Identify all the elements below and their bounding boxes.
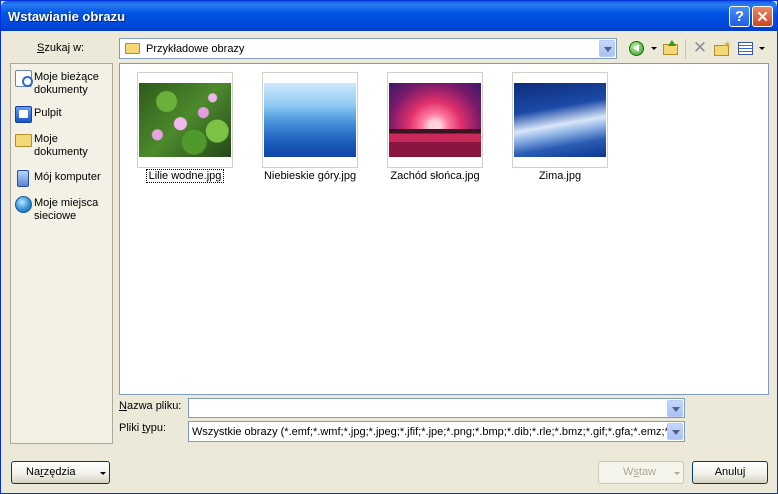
image-preview [139, 83, 231, 157]
network-places-icon [15, 196, 32, 213]
delete-icon: ✕ [692, 38, 708, 57]
file-name[interactable]: Niebieskie góry.jpg [255, 170, 365, 182]
chevron-down-icon [674, 472, 680, 475]
place-my-documents[interactable]: Moje dokumenty [14, 130, 112, 166]
place-network[interactable]: Moje miejsca sieciowe [14, 194, 112, 230]
look-in-label: Szukaj w: [37, 42, 85, 54]
window-title: Wstawianie obrazu [8, 9, 126, 24]
look-in-value: Przykładowe obrazy [146, 43, 245, 55]
views-button[interactable] [737, 40, 755, 58]
toolbar-divider [685, 39, 686, 59]
place-label: Moje bieżące dokumenty [34, 71, 99, 96]
help-button[interactable]: ? [729, 6, 750, 27]
title-bar[interactable]: Wstawianie obrazu ? ✕ [1, 1, 777, 31]
desktop-icon [15, 106, 32, 123]
close-button[interactable]: ✕ [752, 6, 773, 27]
place-recent-documents[interactable]: Moje bieżące dokumenty [14, 68, 112, 104]
file-type-label: Pliki typu: [119, 422, 167, 434]
file-thumbnail[interactable] [137, 72, 233, 168]
look-in-dropdown[interactable]: Przykładowe obrazy [119, 38, 617, 59]
views-dropdown-icon[interactable] [759, 47, 765, 50]
folder-icon [125, 43, 140, 54]
delete-button[interactable]: ✕ [691, 38, 709, 58]
views-icon [738, 42, 753, 55]
file-name[interactable]: Zima.jpg [505, 170, 615, 182]
file-name-input[interactable] [188, 398, 685, 418]
chevron-down-icon[interactable] [599, 40, 615, 57]
place-label: Mój komputer [34, 171, 101, 183]
image-preview [389, 83, 481, 157]
recent-documents-icon [15, 70, 33, 87]
back-button[interactable] [628, 40, 646, 58]
image-preview [264, 83, 356, 157]
my-computer-icon [17, 170, 29, 187]
insert-button[interactable]: Wstaw [598, 461, 684, 484]
insert-picture-dialog: Wstawianie obrazu ? ✕ Szukaj w: Przykład… [0, 0, 778, 494]
image-preview [514, 83, 606, 157]
place-label: Pulpit [34, 107, 62, 119]
place-label: Moje miejsca sieciowe [34, 197, 99, 222]
file-name[interactable]: Zachód słońca.jpg [380, 170, 490, 182]
file-thumbnail[interactable] [387, 72, 483, 168]
new-folder-button[interactable]: ✶ [713, 40, 731, 58]
place-label: Moje dokumenty [34, 133, 88, 158]
file-list[interactable]: Lilie wodne.jpg Niebieskie góry.jpg Zach… [119, 63, 769, 395]
file-name-label: Nazwa pliku: [119, 400, 182, 412]
tools-button[interactable]: Narzędzia [11, 461, 110, 484]
up-one-level-button[interactable] [662, 40, 680, 58]
chevron-down-icon[interactable] [667, 400, 683, 417]
file-thumbnail[interactable] [512, 72, 608, 168]
back-dropdown-icon[interactable] [651, 47, 657, 50]
chevron-down-icon[interactable] [667, 423, 683, 440]
places-bar: Moje bieżące dokumenty Pulpit Moje dokum… [10, 63, 113, 444]
cancel-button[interactable]: Anuluj [692, 461, 768, 484]
file-thumbnail[interactable] [262, 72, 358, 168]
file-type-value: Wszystkie obrazy (*.emf;*.wmf;*.jpg;*.jp… [192, 426, 668, 438]
my-documents-icon [15, 134, 32, 147]
file-name[interactable]: Lilie wodne.jpg [130, 169, 240, 183]
file-type-select[interactable]: Wszystkie obrazy (*.emf;*.wmf;*.jpg;*.jp… [188, 421, 685, 442]
chevron-down-icon [100, 472, 106, 475]
